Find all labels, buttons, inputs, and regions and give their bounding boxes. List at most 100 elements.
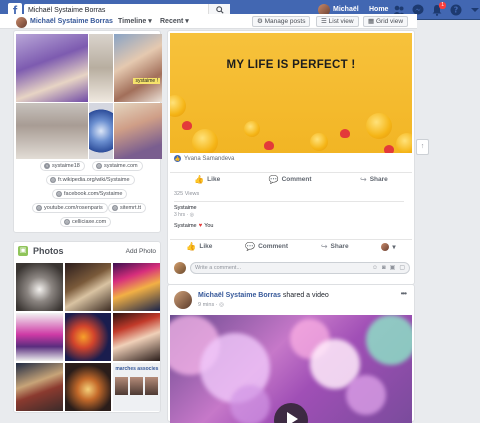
profile-name-link[interactable]: Michaël Systaime Borras (30, 17, 113, 27)
photo-thumbnail[interactable] (113, 313, 160, 361)
comment-placeholder: Write a comment... (195, 265, 242, 271)
view-count: 325 Views (174, 191, 200, 197)
heart-eyes-emoji-icon (366, 113, 392, 139)
share-button[interactable]: ↪ Share (360, 175, 388, 184)
intro-link-label: sitemrt.tt (120, 205, 142, 211)
list-view-button[interactable]: ☰ List view (316, 16, 359, 27)
camera-icon[interactable]: ◙ (382, 263, 386, 273)
intro-link-label: facebook.com/Systaime (64, 191, 123, 197)
photo-thumbnail[interactable] (16, 263, 63, 311)
intro-card: systaime ! t systaime18 ◎ systaime.com ◎ fr… (13, 30, 162, 233)
like-reaction-icon: 👍 (174, 155, 181, 162)
globe-icon: ◎ (96, 163, 102, 169)
like-label: Like (207, 176, 221, 183)
grid-view-button[interactable]: ▦ Grid view (363, 16, 409, 27)
photo-thumbnail[interactable]: marches associes (113, 363, 160, 411)
search-icon (215, 6, 224, 14)
face-thumbnail (115, 377, 129, 395)
gif-icon[interactable]: ▣ (390, 263, 396, 273)
share-icon: ↪ (320, 242, 328, 251)
help-icon[interactable]: ? (450, 3, 462, 17)
heart-eyes-emoji-icon (310, 133, 328, 151)
play-button[interactable] (274, 403, 308, 423)
intro-link[interactable]: ◎ facebook.com/Systaime (52, 189, 128, 199)
heart-icon (340, 129, 350, 138)
shared-time: 3 hrs · ◎ (174, 212, 194, 218)
photo-thumbnail[interactable] (16, 313, 63, 361)
account-menu-icon[interactable] (469, 3, 480, 17)
intro-link[interactable]: ◎ youtube.com/rosenparis (32, 203, 108, 213)
heart-icon (384, 145, 394, 153)
share-button[interactable]: ↪ Share (321, 242, 349, 251)
post-time[interactable]: 9 mins · ◎ (198, 302, 224, 308)
more-options-icon[interactable]: ••• (401, 289, 407, 298)
manage-posts-button[interactable]: ⚙ Manage posts (252, 16, 311, 27)
heart-icon: ♥ (198, 223, 203, 229)
avatar[interactable] (174, 291, 192, 309)
share-label: Share (369, 176, 388, 183)
heart-icon (264, 141, 274, 150)
avatar (174, 262, 186, 274)
reactions-summary[interactable]: 👍 Yvana Samandeva (174, 155, 234, 162)
intro-link[interactable]: ◎ systaime.com (92, 161, 143, 171)
photo-thumbnail[interactable] (64, 263, 112, 311)
grid-view-label: Grid view (375, 18, 404, 25)
intro-link[interactable]: t systaime18 (40, 161, 85, 171)
photo-caption: systaime ! (133, 78, 160, 84)
post-image[interactable]: MY LIFE IS PERFECT ! (170, 33, 412, 153)
face-thumbnail (130, 377, 144, 395)
comment-button[interactable]: 💬 Comment (269, 175, 312, 184)
photos-grid: marches associes (16, 263, 160, 411)
photo-thumbnail[interactable] (64, 313, 112, 361)
heart-icon (182, 121, 192, 130)
featured-photo[interactable] (16, 103, 88, 159)
featured-photo[interactable] (89, 34, 113, 102)
list-view-label: List view (328, 18, 354, 25)
photo-thumbnail[interactable] (64, 363, 112, 411)
like-icon: 👍 (194, 175, 205, 184)
add-photo-link[interactable]: Add Photo (126, 248, 156, 255)
twitter-icon: t (44, 163, 50, 169)
intro-link[interactable]: ◎ sitemrt.tt (108, 203, 147, 213)
profile-avatar[interactable] (16, 17, 27, 28)
globe-icon: ◎ (219, 302, 224, 308)
post-actions: 👍 Like 💬 Comment ↪ Share (170, 172, 412, 186)
share-label: Share (330, 243, 349, 250)
intro-link[interactable]: ◎ fr.wikipedia.org/wiki/Systaime (46, 175, 135, 185)
comment-button[interactable]: 💬 Comment (245, 242, 288, 251)
scroll-to-top-button[interactable]: ↑ (416, 139, 429, 155)
comment-input[interactable]: Write a comment... ☺ ◙ ▣ ▢ (190, 262, 410, 274)
shared-by-box: Systaime 3 hrs · ◎ Systaime ♥ You (174, 201, 404, 243)
video-player[interactable] (170, 315, 412, 423)
shared-by-name[interactable]: Systaime (174, 205, 197, 211)
sticker-icon[interactable]: ▢ (399, 263, 405, 273)
gear-icon: ⚙ (257, 18, 263, 25)
photo-thumbnail[interactable] (16, 363, 63, 411)
emoji-icon[interactable]: ☺ (372, 263, 378, 273)
intro-link[interactable]: ◎ celliciaxe.com (60, 217, 112, 227)
like-button[interactable]: 👍 Like (186, 242, 212, 251)
recent-dropdown[interactable]: Recent ▾ (160, 17, 189, 27)
like-button[interactable]: 👍 Like (194, 175, 220, 184)
recent-label: Recent (160, 18, 184, 25)
chevron-down-icon: ▾ (148, 18, 152, 25)
photos-card: ▣ Photos Add Photo marches associes (13, 241, 161, 413)
post-title: Michaël Systaime Borras shared a video (198, 292, 329, 299)
photos-title[interactable]: Photos (33, 246, 64, 256)
reaction-selector[interactable]: ▾ (381, 242, 396, 251)
search-input-value: Michaël Systaime Borras (28, 7, 106, 14)
intro-link-label: celliciaxe.com (72, 219, 107, 225)
featured-photo[interactable] (114, 103, 162, 159)
featured-photo[interactable] (89, 103, 113, 159)
timeline-dropdown[interactable]: Timeline ▾ (118, 17, 152, 27)
profile-subnav: Michaël Systaime Borras Timeline ▾ Recen… (0, 14, 417, 29)
featured-photo[interactable] (16, 34, 88, 102)
like-label: Like (199, 243, 213, 250)
notifications-icon[interactable]: 1 (431, 2, 446, 17)
featured-photo[interactable]: systaime ! (114, 34, 162, 102)
chevron-down-icon: ▾ (392, 243, 396, 251)
photo-thumbnail[interactable] (113, 263, 160, 311)
comment-icon: 💬 (245, 242, 256, 251)
post-author-link[interactable]: Michaël Systaime Borras (198, 292, 281, 299)
svg-text:?: ? (454, 6, 459, 15)
